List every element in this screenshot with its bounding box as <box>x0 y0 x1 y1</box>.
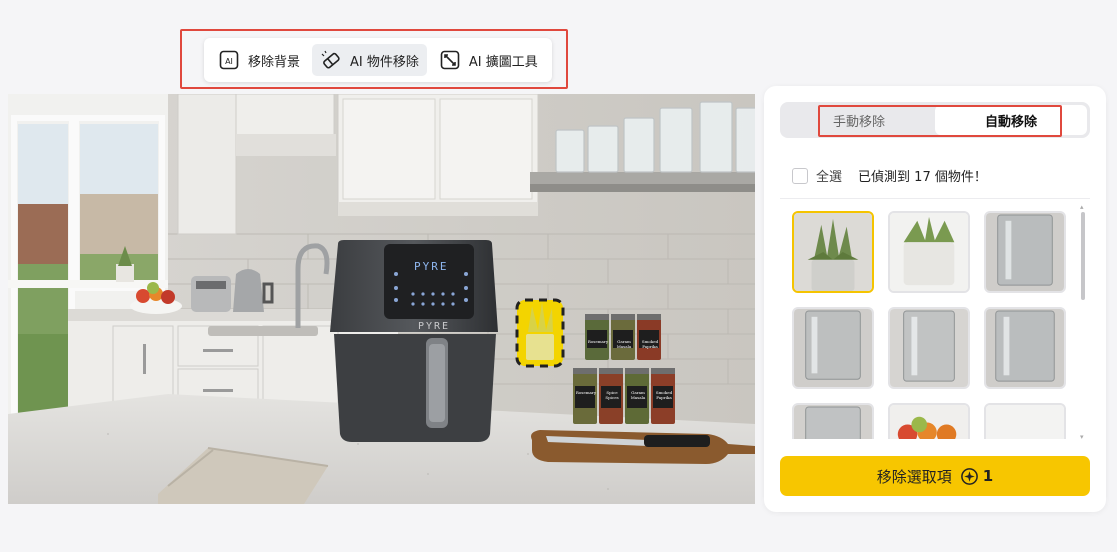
fruit-bowl-image <box>890 405 968 439</box>
remove-background-label: 移除背景 <box>248 54 301 70</box>
ai-object-removal-label: AI 物件移除 <box>350 54 419 70</box>
select-all-label[interactable]: 全選 <box>816 166 842 185</box>
tool-bar: AI 移除背景 AI 物件移除 AI 擴圖工具 <box>204 38 552 82</box>
credit-cost: 1 <box>960 467 993 486</box>
spice-label: Rosemary <box>575 390 597 395</box>
object-removal-panel: 手動移除 自動移除 全選 已偵測到 17 個物件！ ▴ ▾ 移除選取項 1 <box>764 86 1106 512</box>
credit-icon <box>960 467 978 485</box>
airfryer-display-text: PYRE <box>414 260 449 273</box>
glass-image <box>794 309 872 387</box>
tab-manual-removal[interactable]: 手動移除 <box>783 105 935 135</box>
divider <box>780 198 1090 199</box>
select-all-checkbox[interactable] <box>792 167 808 184</box>
object-thumbnail-glass[interactable] <box>792 403 874 439</box>
glass-image <box>986 309 1064 387</box>
airfryer-brand-text: PYRE <box>418 321 451 332</box>
succulent-plant-image <box>794 213 872 291</box>
remove-selected-button[interactable]: 移除選取項 1 <box>780 456 1090 496</box>
spice-label: Spice Spices <box>605 390 619 400</box>
spice-label: Smoked Paprika <box>641 339 659 349</box>
ai-expand-button[interactable]: AI 擴圖工具 <box>431 44 546 76</box>
removal-mode-switch: 手動移除 自動移除 <box>780 102 1090 138</box>
scrollbar-thumb[interactable] <box>1081 212 1085 300</box>
object-thumbnail-glass[interactable] <box>888 307 970 389</box>
eraser-icon <box>321 50 340 69</box>
spice-label: Garam Masala <box>630 390 646 400</box>
glass-image <box>794 405 872 439</box>
object-image <box>986 405 1064 439</box>
ai-object-removal-button[interactable]: AI 物件移除 <box>312 44 427 76</box>
detected-count-text: 已偵測到 17 個物件！ <box>858 166 987 185</box>
object-thumbnail-plant[interactable] <box>792 211 874 293</box>
expand-icon <box>440 50 460 70</box>
glass-image <box>890 309 968 387</box>
scroll-up-arrow-icon[interactable]: ▴ <box>1080 204 1086 211</box>
ai-expand-label: AI 擴圖工具 <box>468 54 538 70</box>
spice-label: Garam Masala <box>616 339 632 349</box>
image-canvas[interactable]: PYRE PYRE Rosemary Garam Masala Smoked P… <box>8 94 755 504</box>
detected-objects-grid <box>792 211 1080 439</box>
object-thumbnail-glass[interactable] <box>984 211 1066 293</box>
object-thumbnail-item[interactable] <box>984 403 1066 439</box>
glass-image <box>986 213 1064 291</box>
tab-auto-removal[interactable]: 自動移除 <box>935 105 1087 135</box>
object-thumbnail-glass[interactable] <box>984 307 1066 389</box>
object-thumbnail-plant-2[interactable] <box>888 211 970 293</box>
remove-selected-label: 移除選取項 <box>876 467 952 486</box>
scroll-down-arrow-icon[interactable]: ▾ <box>1080 434 1086 441</box>
succulent-plant-image <box>890 213 968 291</box>
detected-suffix: 個物件！ <box>934 170 987 185</box>
detected-count: 17 <box>914 170 931 185</box>
credit-cost-value: 1 <box>982 467 994 485</box>
select-all-row: 全選 已偵測到 17 個物件！ <box>792 166 987 185</box>
detected-prefix: 已偵測到 <box>858 170 911 185</box>
ai-box-icon: AI <box>219 50 239 70</box>
kitchen-photo <box>8 94 755 504</box>
remove-background-button[interactable]: AI 移除背景 <box>210 44 308 76</box>
svg-text:AI: AI <box>225 57 233 66</box>
spice-label: Smoked Paprika <box>655 390 673 400</box>
object-thumbnail-glass[interactable] <box>792 307 874 389</box>
spice-label: Rosemary <box>587 339 609 344</box>
thumbnail-scrollbar[interactable]: ▴ ▾ <box>1080 204 1086 441</box>
object-thumbnail-fruit-bowl[interactable] <box>888 403 970 439</box>
